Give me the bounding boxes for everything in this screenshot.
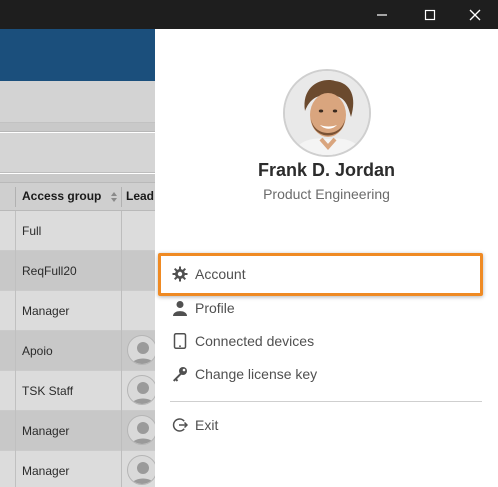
access-group-cell: ReqFull20 bbox=[22, 264, 77, 278]
toolbar-strip bbox=[0, 123, 155, 132]
row-edge bbox=[15, 251, 16, 291]
lead-avatar-icon bbox=[127, 335, 155, 365]
lead-avatar-icon bbox=[127, 415, 155, 445]
table-body: Full ReqFull20 Manager Apoio TSK Staff M… bbox=[0, 211, 155, 487]
user-department: Product Engineering bbox=[263, 186, 390, 202]
key-icon bbox=[172, 366, 188, 382]
person-icon bbox=[172, 300, 188, 316]
table-row[interactable]: Manager bbox=[0, 411, 155, 451]
row-edge bbox=[15, 371, 16, 411]
user-avatar[interactable] bbox=[283, 69, 371, 157]
exit-icon bbox=[172, 417, 188, 433]
menu-item-profile[interactable]: Profile bbox=[160, 292, 480, 325]
menu-item-label: Connected devices bbox=[195, 333, 315, 349]
row-edge bbox=[15, 411, 16, 451]
app-banner bbox=[0, 29, 155, 81]
row-edge bbox=[15, 291, 16, 331]
table-row[interactable]: ReqFull20 bbox=[0, 251, 155, 291]
title-bar bbox=[0, 0, 498, 29]
menu-item-label: Exit bbox=[195, 417, 219, 433]
table-gap bbox=[0, 174, 155, 182]
table-row[interactable]: TSK Staff bbox=[0, 371, 155, 411]
filter-bar bbox=[0, 133, 155, 173]
access-group-cell: Manager bbox=[22, 304, 70, 318]
column-divider bbox=[121, 187, 122, 207]
menu-item-label: Account bbox=[195, 266, 246, 282]
column-divider bbox=[15, 187, 16, 207]
row-edge bbox=[15, 451, 16, 487]
maximize-icon bbox=[424, 9, 436, 21]
table-header: Access group Lead bbox=[0, 182, 155, 211]
tablet-icon bbox=[172, 333, 188, 349]
column-header-lead[interactable]: Lead bbox=[126, 183, 154, 210]
row-edge bbox=[15, 211, 16, 251]
column-header-access-group[interactable]: Access group bbox=[22, 183, 101, 210]
close-button[interactable] bbox=[452, 0, 498, 29]
access-group-cell: TSK Staff bbox=[22, 384, 74, 398]
menu-item-label: Change license key bbox=[195, 366, 318, 382]
menu-item-exit[interactable]: Exit bbox=[160, 409, 480, 442]
lead-cell bbox=[121, 331, 155, 371]
table-row[interactable]: Full bbox=[0, 211, 155, 251]
lead-cell bbox=[121, 451, 155, 487]
row-edge bbox=[15, 331, 16, 371]
table-row[interactable]: Manager bbox=[0, 291, 155, 331]
menu-item-label: Profile bbox=[195, 300, 235, 316]
access-group-cell: Full bbox=[22, 224, 42, 238]
close-icon bbox=[469, 9, 481, 21]
access-group-cell: Manager bbox=[22, 424, 70, 438]
gear-icon bbox=[172, 266, 188, 282]
lead-cell bbox=[121, 411, 155, 451]
minimize-icon bbox=[376, 9, 388, 21]
menu-divider bbox=[170, 401, 482, 402]
menu-item-account[interactable]: Account bbox=[158, 253, 483, 296]
lead-cell bbox=[121, 211, 155, 251]
menu-item-connected-devices[interactable]: Connected devices bbox=[160, 325, 480, 358]
lead-cell bbox=[121, 371, 155, 411]
lead-cell bbox=[121, 291, 155, 331]
lead-avatar-icon bbox=[127, 375, 155, 405]
user-panel: Frank D. Jordan Product Engineering Acco… bbox=[155, 29, 498, 487]
table-row[interactable]: Apoio bbox=[0, 331, 155, 371]
table-row[interactable]: Manager bbox=[0, 451, 155, 487]
sort-icon[interactable] bbox=[110, 191, 118, 203]
maximize-button[interactable] bbox=[407, 0, 453, 29]
menu-item-change-license-key[interactable]: Change license key bbox=[160, 358, 480, 391]
lead-cell bbox=[121, 251, 155, 291]
user-name: Frank D. Jordan bbox=[257, 160, 396, 180]
app-toolbar bbox=[0, 81, 155, 123]
minimize-button[interactable] bbox=[359, 0, 405, 29]
lead-avatar-icon bbox=[127, 455, 155, 485]
access-group-cell: Manager bbox=[22, 464, 70, 478]
access-group-cell: Apoio bbox=[22, 344, 53, 358]
background-app: Access group Lead Full ReqFull20 Manager… bbox=[0, 29, 155, 487]
